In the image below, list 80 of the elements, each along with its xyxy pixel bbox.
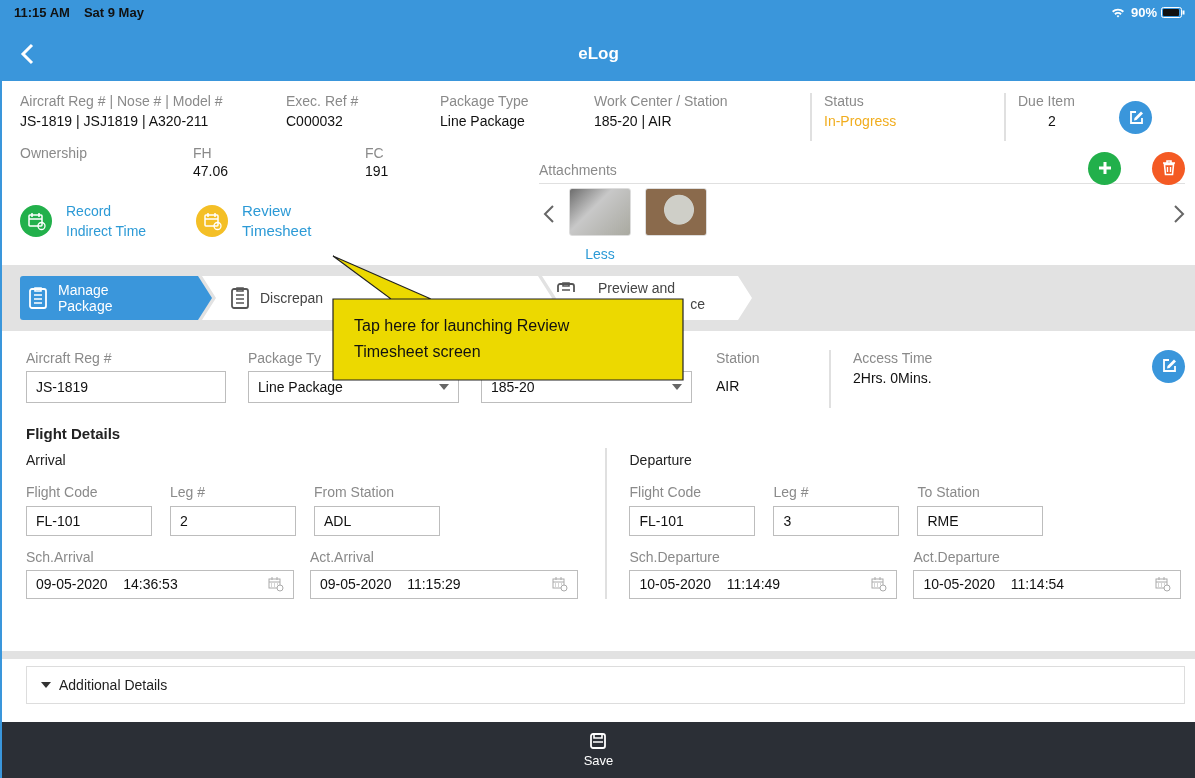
- screen-title: eLog: [578, 43, 619, 64]
- additional-details-toggle[interactable]: Additional Details: [26, 665, 1185, 704]
- edit-icon: [1160, 358, 1177, 375]
- field-label: Act.Departure: [913, 548, 1000, 565]
- field-label: From Station: [314, 483, 395, 500]
- summary-value: 2: [1047, 113, 1057, 130]
- summary-value: 185-20 | AIR: [594, 113, 673, 130]
- input-field[interactable]: RME: [917, 505, 1044, 536]
- battery-icon: [1161, 7, 1185, 19]
- wifi-icon: [1110, 7, 1125, 19]
- clipboard-icon: [230, 286, 250, 311]
- summary-label: Aircraft Reg # | Nose # | Model #: [20, 93, 223, 110]
- field-label: Flight Code: [26, 483, 98, 500]
- calendar-icon[interactable]: [196, 205, 228, 238]
- summary-value: JS-1819 | JSJ1819 | A320-211: [20, 113, 210, 130]
- summary-value: Line Package: [440, 113, 526, 130]
- input-field[interactable]: ADL: [314, 505, 440, 536]
- calendar-icon: [268, 576, 284, 593]
- field-value: AIR: [716, 377, 741, 394]
- calendar-icon: [552, 576, 568, 593]
- edit-button[interactable]: [1152, 349, 1185, 383]
- tooltip-text: Tap here for launching Review Timesheet screen: [354, 316, 571, 362]
- subsection-title: Arrival: [26, 451, 67, 470]
- field-label: Leg #: [170, 483, 206, 500]
- input-field[interactable]: 3: [773, 505, 900, 536]
- attachments-title: Attachments: [539, 162, 617, 179]
- plus-icon: [1097, 161, 1112, 176]
- trash-icon: [1161, 160, 1176, 177]
- summary-label: Exec. Ref #: [286, 93, 359, 110]
- summary-value: C000032: [286, 113, 344, 130]
- summary-label: Due Item: [1018, 93, 1075, 110]
- input-field[interactable]: 2: [170, 505, 296, 536]
- battery-percent: 90%: [1130, 5, 1157, 21]
- summary-value: In-Progress: [824, 113, 898, 130]
- field-label: Access Time: [853, 349, 933, 366]
- calendar-icon: [1155, 576, 1172, 593]
- summary-label: Work Center / Station: [594, 93, 728, 110]
- clipboard-icon: [28, 286, 48, 311]
- field-label: Flight Code: [629, 483, 702, 500]
- input-field[interactable]: FL-101: [26, 505, 152, 536]
- input-field[interactable]: FL-101: [629, 505, 756, 536]
- save-button[interactable]: Save: [583, 732, 614, 769]
- summary-label: FH: [193, 145, 212, 162]
- date-field[interactable]: 09-05-2020 11:15:29: [310, 569, 578, 599]
- chevron-right-icon[interactable]: [1173, 204, 1185, 225]
- field-label: Station: [716, 349, 760, 366]
- edit-icon: [1127, 109, 1144, 126]
- date-field[interactable]: 10-05-2020 11:14:49: [629, 569, 898, 599]
- chevron-left-icon[interactable]: [543, 204, 555, 225]
- summary-label: Package Type: [440, 93, 529, 110]
- summary-value: 47.06: [193, 163, 230, 180]
- delete-button[interactable]: [1152, 151, 1185, 185]
- edit-button[interactable]: [1119, 101, 1152, 135]
- field-label: Package Ty: [248, 349, 321, 366]
- subsection-title: Departure: [629, 451, 693, 470]
- field-label: Sch.Arrival: [26, 548, 94, 565]
- summary-label: FC: [365, 145, 384, 162]
- add-button[interactable]: [1088, 151, 1121, 185]
- photo-placeholder[interactable]: [569, 188, 631, 237]
- status-date: Sat 9 May: [83, 5, 144, 21]
- date-field[interactable]: 09-05-2020 14:36:53: [26, 569, 294, 599]
- calendar-icon: [871, 576, 888, 593]
- back-icon[interactable]: [20, 42, 34, 65]
- field-value: 2Hrs. 0Mins.: [853, 369, 933, 386]
- field-label: To Station: [917, 483, 980, 500]
- summary-value: 191: [365, 163, 390, 180]
- field-label: Act.Arrival: [310, 548, 374, 565]
- status-time: 11:15 AM: [14, 5, 70, 21]
- field-label: Sch.Departure: [629, 548, 720, 565]
- photo-placeholder[interactable]: [645, 188, 707, 237]
- field-label: Aircraft Reg #: [26, 349, 112, 366]
- clipboard-icon: [556, 281, 576, 293]
- section-title: Flight Details: [26, 424, 122, 442]
- field-label: Leg #: [773, 483, 809, 500]
- date-field[interactable]: 10-05-2020 11:14:54: [913, 569, 1182, 599]
- save-icon: [589, 732, 608, 751]
- calendar-icon[interactable]: [20, 205, 52, 238]
- summary-label: Status: [824, 93, 864, 110]
- summary-label: Ownership: [20, 145, 87, 162]
- input-field[interactable]: JS-1819: [26, 370, 226, 403]
